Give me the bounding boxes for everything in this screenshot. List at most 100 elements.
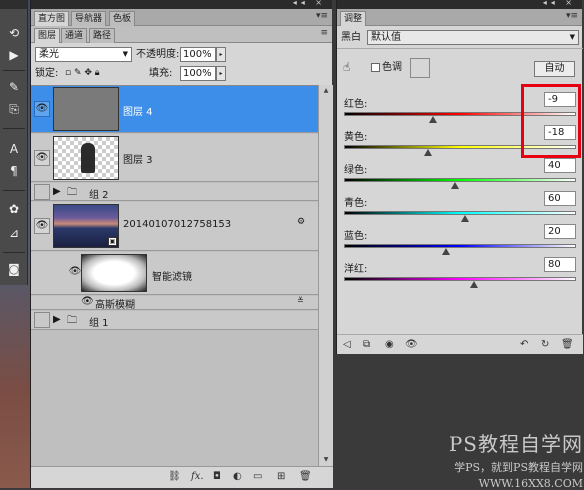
tab-histogram[interactable]: 直方图 [34, 11, 70, 26]
targeted-adjust-icon[interactable]: ☝︎ [343, 60, 350, 75]
fill-spin[interactable]: ▸ [216, 66, 226, 81]
previous-state-icon[interactable]: ↶ [520, 339, 528, 350]
layer-thumbnail [53, 87, 119, 131]
slider-knob[interactable] [424, 149, 433, 156]
filter-options-icon[interactable]: ≚ [297, 296, 304, 305]
panel-menu-icon[interactable]: ▾≡ [566, 11, 578, 21]
tab-paths[interactable]: 路径 [89, 28, 116, 43]
auto-button[interactable]: 自动 [534, 61, 575, 77]
link-layers-icon[interactable]: ⛓ [168, 471, 181, 482]
watermark-title: PS教程自学网 [448, 432, 583, 456]
slider-value-input[interactable]: 80 [544, 257, 576, 272]
tint-swatch[interactable] [410, 58, 430, 78]
layer-row-group-1[interactable]: ▶ 🗀 组 1 [31, 311, 318, 330]
lock-icons[interactable]: ▫ ✎ ✥ 🔒︎ [65, 66, 100, 81]
collapse-icon[interactable]: ◂◂ × [293, 0, 326, 7]
layer-row-4[interactable]: 👁︎ 图层 4 [31, 86, 318, 133]
layers-scrollbar[interactable]: ▲ ▼ [318, 85, 333, 466]
new-group-icon[interactable]: ▭ [253, 471, 262, 482]
panel-menu-icon[interactable]: ▾≡ [316, 11, 328, 21]
clip-layer-icon[interactable]: ⧉ [363, 339, 370, 350]
scroll-down-icon[interactable]: ▼ [319, 454, 333, 466]
adjust-header: 黑白 默认值 ▼ [337, 27, 583, 49]
eye-icon[interactable]: 👁︎ [34, 218, 50, 234]
layer-row-gaussian-blur[interactable]: 👁︎ 高斯模糊 ≚ [31, 296, 318, 311]
scroll-up-icon[interactable]: ▲ [319, 85, 333, 97]
watermark-url: WWW.16XX8.COM [478, 477, 583, 490]
tint-row: ☝︎ 色调 自动 [337, 56, 583, 82]
collapse-icon[interactable]: ◂◂ × [543, 0, 576, 7]
slider-track[interactable] [344, 178, 576, 182]
delete-adjustment-icon[interactable]: 🗑︎ [561, 339, 574, 350]
filter-mask-thumbnail [81, 254, 147, 292]
tab-swatches[interactable]: 色板 [109, 11, 136, 26]
slider-track[interactable] [344, 244, 576, 248]
filter-badge-icon[interactable]: ⚙︎ [297, 217, 305, 227]
adjust-panel-titlebar[interactable]: ◂◂ × [337, 0, 582, 9]
tint-checkbox[interactable] [371, 63, 380, 72]
layer-row-3[interactable]: 👁︎ 图层 3 [31, 134, 318, 182]
blend-mode-value: 柔光 [39, 49, 59, 60]
layer-comps-icon[interactable]: ⊿ [4, 224, 24, 242]
fill-input[interactable]: 100% [180, 66, 216, 81]
eye-icon[interactable] [34, 184, 50, 200]
tab-channels[interactable]: 通道 [61, 28, 88, 43]
layer-name: 图层 3 [123, 155, 153, 166]
slider-value-input[interactable]: 20 [544, 224, 576, 239]
paragraph-icon[interactable]: ¶ [4, 162, 24, 180]
panel-tab-row: 直方图 导航器 色板 ▾≡ [31, 9, 332, 26]
expand-arrow-icon[interactable]: ▶ [53, 186, 61, 197]
add-mask-icon[interactable]: ◘ [213, 471, 221, 482]
slider-value-input[interactable]: 60 [544, 191, 576, 206]
layer-row-photo[interactable]: 👁︎ ▣ 20140107012758153 ⚙︎ [31, 202, 318, 251]
tool-strip-titlebar[interactable] [0, 0, 27, 9]
tab-adjustments[interactable]: 调整 [340, 11, 367, 26]
slider-knob[interactable] [428, 116, 437, 123]
new-layer-icon[interactable]: ⊞ [277, 471, 285, 482]
slider-label: 洋红: [344, 264, 368, 275]
adjustment-layer-icon[interactable]: ◐ [233, 471, 242, 482]
slider-value-input[interactable]: 40 [544, 158, 576, 173]
eye-icon[interactable] [34, 312, 50, 328]
layers-menu-icon[interactable]: ≡ [320, 28, 328, 38]
opacity-spin[interactable]: ▸ [216, 47, 226, 62]
eye-icon[interactable]: 👁︎ [34, 150, 50, 166]
view-previous-icon[interactable]: 👁︎ [405, 339, 418, 350]
slider-knob[interactable] [469, 281, 478, 288]
slider-knob[interactable] [442, 248, 451, 255]
tool-divider [3, 128, 25, 129]
tab-layers[interactable]: 图层 [34, 28, 61, 43]
visibility-layer-icon[interactable]: ◉ [385, 339, 394, 350]
expand-arrow-icon[interactable]: ▶ [53, 314, 61, 325]
blend-mode-select[interactable]: 柔光 ▼ [35, 47, 132, 62]
layer-name: 高斯模糊 [95, 300, 135, 311]
slider-knob[interactable] [451, 182, 460, 189]
layer-list: 👁︎ 图层 4 👁︎ 图层 3 ▶ 🗀 组 2 👁︎ ▣ 20140107012… [31, 85, 318, 466]
eye-icon[interactable]: 👁︎ [34, 101, 50, 117]
layer-row-smart-filter[interactable]: 👁︎ 智能滤镜 [31, 252, 318, 295]
back-icon[interactable]: ◁ [343, 339, 351, 350]
play-action-icon[interactable]: ▶ [4, 46, 24, 64]
fx-icon[interactable]: fx. [191, 471, 204, 482]
opacity-input[interactable]: 100% [180, 47, 216, 62]
tab-navigator[interactable]: 导航器 [71, 11, 107, 26]
brush-preset-icon[interactable]: ✎ [4, 78, 24, 96]
layer-name: 图层 4 [123, 107, 153, 118]
styles-icon[interactable]: ✿ [4, 200, 24, 218]
layers-panel-titlebar[interactable]: ◂◂ × [31, 0, 332, 9]
slider-track[interactable] [344, 277, 576, 281]
mask-icon[interactable]: ◙ [4, 260, 24, 278]
history-brush-icon[interactable]: ⟲ [4, 24, 24, 42]
clone-source-icon[interactable]: ⎘ [4, 100, 24, 118]
character-icon[interactable]: A [4, 140, 24, 158]
layer-name: 组 2 [89, 190, 109, 201]
eye-icon[interactable]: 👁︎ [81, 296, 94, 307]
slider-label: 蓝色: [344, 231, 368, 242]
slider-knob[interactable] [460, 215, 469, 222]
trash-icon[interactable]: 🗑︎ [299, 471, 312, 482]
fill-label: 填充: [149, 68, 173, 79]
tint-label: 色调 [382, 62, 402, 73]
preset-select[interactable]: 默认值 ▼ [367, 30, 579, 45]
reset-icon[interactable]: ↻ [541, 339, 549, 350]
layer-row-group-2[interactable]: ▶ 🗀 组 2 [31, 183, 318, 201]
